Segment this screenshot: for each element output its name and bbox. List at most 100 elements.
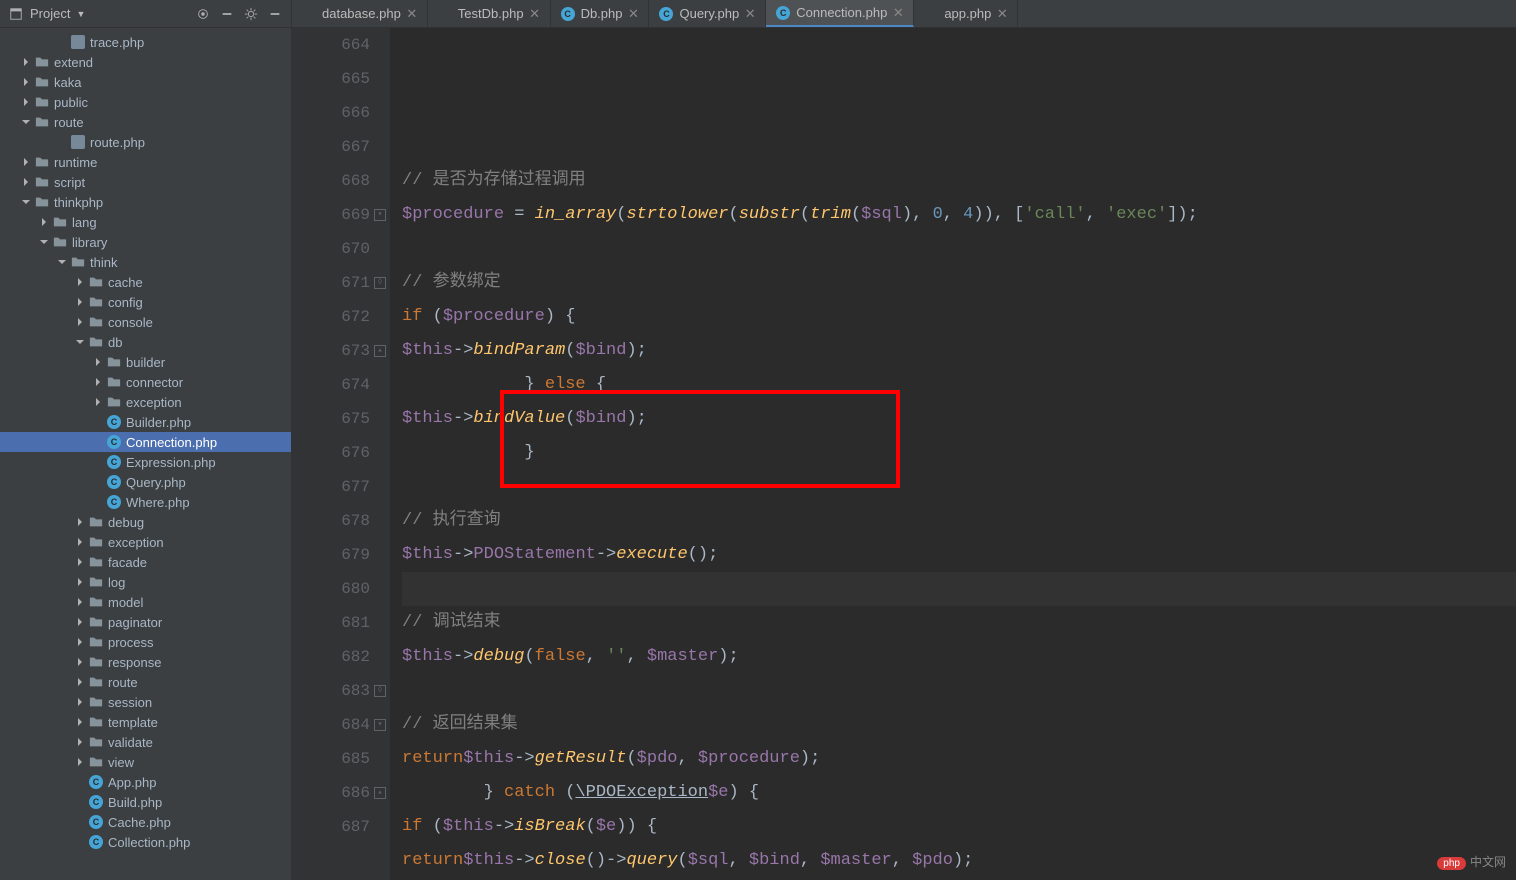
tree-arrow-icon[interactable]	[20, 116, 32, 128]
tree-item-model[interactable]: model	[0, 592, 291, 612]
tree-item-db[interactable]: db	[0, 332, 291, 352]
tree-item-thinkphp[interactable]: thinkphp	[0, 192, 291, 212]
tree-item-process[interactable]: process	[0, 632, 291, 652]
close-icon[interactable]: ✕	[530, 9, 540, 19]
tree-item-public[interactable]: public	[0, 92, 291, 112]
tab-connection-php[interactable]: CConnection.php✕	[766, 0, 914, 27]
tree-item-query-php[interactable]: CQuery.php	[0, 472, 291, 492]
tree-item-cache[interactable]: cache	[0, 272, 291, 292]
fold-marker-icon[interactable]: ▾	[374, 209, 386, 221]
close-icon[interactable]: ✕	[628, 9, 638, 19]
settings-icon[interactable]	[243, 6, 259, 22]
tree-item-facade[interactable]: facade	[0, 552, 291, 572]
tab-testdb-php[interactable]: TestDb.php✕	[428, 0, 551, 27]
code-line[interactable]	[402, 130, 1516, 164]
tree-arrow-icon[interactable]	[74, 716, 86, 728]
tree-item-log[interactable]: log	[0, 572, 291, 592]
close-icon[interactable]: ✕	[893, 8, 903, 18]
tree-arrow-icon[interactable]	[74, 316, 86, 328]
tree-item-response[interactable]: response	[0, 652, 291, 672]
hide-icon[interactable]	[267, 6, 283, 22]
tree-arrow-icon[interactable]	[20, 56, 32, 68]
code-line[interactable]	[402, 470, 1516, 504]
code-line[interactable]	[402, 674, 1516, 708]
code-line[interactable]: } catch (\PDOException $e) {	[402, 776, 1516, 810]
close-icon[interactable]: ✕	[997, 9, 1007, 19]
fold-marker-icon[interactable]: ▾	[374, 719, 386, 731]
tree-arrow-icon[interactable]	[20, 176, 32, 188]
code-line[interactable]: return $this->close()->query($sql, $bind…	[402, 844, 1516, 878]
sidebar-title[interactable]: Project	[30, 6, 70, 21]
tree-arrow-icon[interactable]	[92, 496, 104, 508]
tree-item-connection-php[interactable]: CConnection.php	[0, 432, 291, 452]
project-tree[interactable]: trace.phpextendkakapublicrouteroute.phpr…	[0, 28, 291, 880]
tree-arrow-icon[interactable]	[74, 556, 86, 568]
tree-arrow-icon[interactable]	[74, 516, 86, 528]
code-line[interactable]: $this->PDOStatement->execute();	[402, 538, 1516, 572]
code-line[interactable]: // 调试结束	[402, 606, 1516, 640]
tree-item-route-php[interactable]: route.php	[0, 132, 291, 152]
tree-arrow-icon[interactable]	[20, 96, 32, 108]
tree-item-template[interactable]: template	[0, 712, 291, 732]
tree-arrow-icon[interactable]	[92, 416, 104, 428]
tree-item-builder[interactable]: builder	[0, 352, 291, 372]
tree-arrow-icon[interactable]	[20, 196, 32, 208]
close-icon[interactable]: ✕	[407, 9, 417, 19]
tree-item-exception[interactable]: exception	[0, 392, 291, 412]
code-line[interactable]: }	[402, 436, 1516, 470]
tree-arrow-icon[interactable]	[56, 36, 68, 48]
tree-arrow-icon[interactable]	[74, 576, 86, 588]
dropdown-arrow-icon[interactable]: ▼	[76, 9, 85, 19]
tab-app-php[interactable]: app.php✕	[914, 0, 1018, 27]
tree-arrow-icon[interactable]	[74, 336, 86, 348]
tree-arrow-icon[interactable]	[56, 256, 68, 268]
tree-item-where-php[interactable]: CWhere.php	[0, 492, 291, 512]
code-line[interactable]: if ($this->isBreak($e)) {	[402, 810, 1516, 844]
tab-db-php[interactable]: CDb.php✕	[551, 0, 650, 27]
tree-arrow-icon[interactable]	[92, 456, 104, 468]
tree-arrow-icon[interactable]	[92, 396, 104, 408]
tree-arrow-icon[interactable]	[38, 216, 50, 228]
tree-arrow-icon[interactable]	[74, 276, 86, 288]
tree-arrow-icon[interactable]	[74, 736, 86, 748]
tree-arrow-icon[interactable]	[74, 616, 86, 628]
tree-item-collection-php[interactable]: CCollection.php	[0, 832, 291, 852]
fold-marker-icon[interactable]: ▴	[374, 787, 386, 799]
tree-item-script[interactable]: script	[0, 172, 291, 192]
tree-arrow-icon[interactable]	[74, 636, 86, 648]
tree-item-validate[interactable]: validate	[0, 732, 291, 752]
tree-item-expression-php[interactable]: CExpression.php	[0, 452, 291, 472]
code-line[interactable]: // 返回结果集	[402, 708, 1516, 742]
collapse-icon[interactable]	[219, 6, 235, 22]
code-line[interactable]: // 参数绑定	[402, 266, 1516, 300]
code-line[interactable]: if ($procedure) {	[402, 300, 1516, 334]
editor-content[interactable]: ▾◊▴◊▾▴ 664665666667668669670671672673674…	[292, 28, 1516, 880]
tree-arrow-icon[interactable]	[92, 376, 104, 388]
tree-arrow-icon[interactable]	[74, 596, 86, 608]
tree-arrow-icon[interactable]	[20, 76, 32, 88]
tree-item-route[interactable]: route	[0, 672, 291, 692]
tree-arrow-icon[interactable]	[74, 756, 86, 768]
tree-item-paginator[interactable]: paginator	[0, 612, 291, 632]
tree-arrow-icon[interactable]	[74, 296, 86, 308]
tree-item-debug[interactable]: debug	[0, 512, 291, 532]
code-line[interactable]	[402, 232, 1516, 266]
fold-marker-icon[interactable]: ◊	[374, 277, 386, 289]
tree-item-build-php[interactable]: CBuild.php	[0, 792, 291, 812]
tree-arrow-icon[interactable]	[74, 836, 86, 848]
tree-arrow-icon[interactable]	[74, 696, 86, 708]
tree-arrow-icon[interactable]	[74, 656, 86, 668]
code-line[interactable]: // 执行查询	[402, 504, 1516, 538]
code-line[interactable]: // 是否为存储过程调用	[402, 164, 1516, 198]
code-line[interactable]: $this->bindParam($bind);	[402, 334, 1516, 368]
code-line[interactable]: return $this->getResult($pdo, $procedure…	[402, 742, 1516, 776]
tree-item-connector[interactable]: connector	[0, 372, 291, 392]
tree-item-builder-php[interactable]: CBuilder.php	[0, 412, 291, 432]
select-opened-icon[interactable]	[195, 6, 211, 22]
tree-item-kaka[interactable]: kaka	[0, 72, 291, 92]
tree-arrow-icon[interactable]	[74, 816, 86, 828]
tree-item-view[interactable]: view	[0, 752, 291, 772]
tree-item-extend[interactable]: extend	[0, 52, 291, 72]
tree-item-library[interactable]: library	[0, 232, 291, 252]
code-line[interactable]: $procedure = in_array(strtolower(substr(…	[402, 198, 1516, 232]
